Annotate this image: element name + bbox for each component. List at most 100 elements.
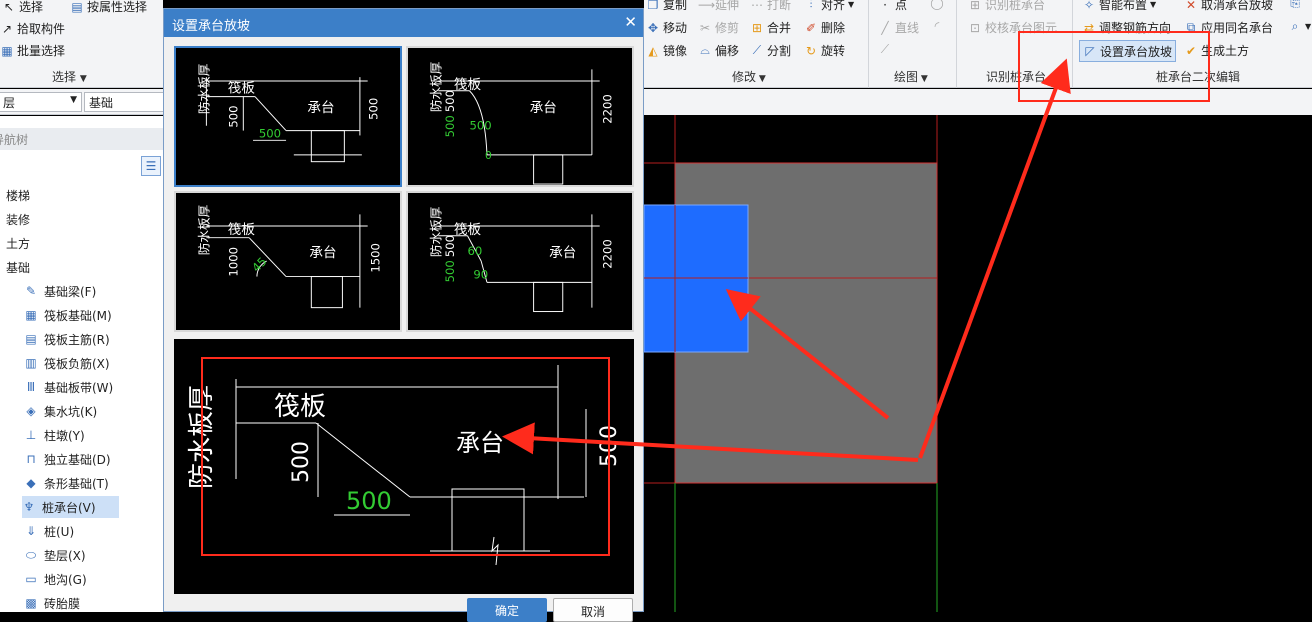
- drawing-canvas[interactable]: [644, 115, 1312, 612]
- apply-same-name-cap-button[interactable]: ⧉ 应用同名承台: [1184, 19, 1273, 36]
- svg-text:1000: 1000: [226, 247, 240, 277]
- slope-style-option-2[interactable]: 防水板厚 筏板 承台 500 500 500 0 2200: [406, 46, 634, 187]
- polyline-icon: ⟋: [880, 42, 890, 56]
- svg-text:防水板厚: 防水板厚: [428, 206, 443, 257]
- circle-draw-button[interactable]: ◯: [930, 0, 944, 10]
- arc-button[interactable]: ◜: [930, 19, 944, 33]
- slope-style-option-1[interactable]: 防水板厚 筏板 承台 500 500 500: [174, 46, 402, 187]
- select-button[interactable]: ↖ 选择: [2, 0, 43, 15]
- cancel-cap-slope-button[interactable]: ✕ 取消承台放坡: [1184, 0, 1273, 13]
- mirror-button[interactable]: ◭ 镜像: [646, 42, 687, 59]
- grid-icon: Ⅲ: [26, 380, 36, 394]
- select-by-attribute-button[interactable]: ▤ 按属性选择: [70, 0, 147, 15]
- rotate-button[interactable]: ↻ 旋转: [804, 42, 845, 59]
- trim-icon: ✂: [699, 20, 711, 35]
- generate-earthwork-button[interactable]: ✔ 生成土方: [1184, 42, 1249, 59]
- set-cap-slope-dialog: 设置承台放坡 ✕ 防水板厚 筏板 承台 500 500 500 防水板厚 筏板 …: [163, 8, 644, 622]
- dialog-title-bar: 设置承台放坡 ✕: [164, 9, 643, 37]
- layer-select[interactable]: 层 ▼: [0, 92, 82, 112]
- circle-icon: ◯: [930, 0, 944, 10]
- svg-text:500: 500: [443, 90, 457, 112]
- canvas-drawing: [644, 115, 938, 612]
- polyline-button[interactable]: ⟋: [878, 42, 892, 57]
- svg-text:500: 500: [443, 235, 457, 257]
- trench-icon: ▭: [25, 572, 37, 586]
- chevron-down-icon: ▼: [756, 74, 766, 84]
- svg-text:承台: 承台: [309, 245, 336, 261]
- svg-text:500: 500: [469, 119, 491, 133]
- pick-component-button[interactable]: ↗ 拾取构件: [0, 20, 65, 37]
- smart-layout-button[interactable]: ✧ 智能布置 ▼: [1082, 0, 1156, 13]
- nav-category-foundation[interactable]: 基础: [6, 256, 169, 278]
- attribute-icon: ▤: [71, 0, 83, 14]
- slope-icon: ◸: [1085, 44, 1095, 58]
- pile-cap-edit-group-label: 桩承台二次编辑: [1156, 70, 1241, 84]
- identify-group-label: 识别桩承台: [986, 70, 1047, 84]
- break-button[interactable]: ⋯ 打断: [750, 0, 791, 13]
- cancel-button[interactable]: 取消: [553, 598, 633, 622]
- svg-text:2200: 2200: [600, 239, 614, 269]
- ribbon-separator: [868, 0, 869, 88]
- svg-text:500: 500: [597, 425, 622, 467]
- slope-style-diagram: 防水板厚 筏板 承台 1000 45 1500: [196, 204, 382, 309]
- extra-tool-button-2[interactable]: ⌕ ▼: [1288, 19, 1312, 34]
- extend-button[interactable]: ⟶ 延伸: [698, 0, 739, 13]
- line-button[interactable]: ╱ 直线: [878, 19, 919, 36]
- merge-button[interactable]: ⊞ 合并: [750, 19, 791, 36]
- rotate-icon: ↻: [805, 43, 817, 58]
- align-icon: ⫶: [809, 0, 813, 11]
- batch-select-button[interactable]: ▦ 批量选择: [0, 42, 65, 59]
- align-button[interactable]: ⫶ 对齐 ▼: [804, 0, 854, 13]
- move-button[interactable]: ✥ 移动: [646, 19, 687, 36]
- ok-button[interactable]: 确定: [467, 598, 547, 622]
- nav-item-pile-cap[interactable]: ♆ 桩承台(V): [22, 496, 119, 518]
- copy-button[interactable]: ❐ 复制: [646, 0, 687, 13]
- point-button[interactable]: · 点: [878, 0, 907, 13]
- set-cap-slope-button[interactable]: ◸ 设置承台放坡: [1079, 40, 1177, 62]
- draw-group-label[interactable]: 绘图 ▼: [894, 68, 928, 85]
- pencil-icon: ✎: [25, 284, 37, 298]
- split-button[interactable]: ⟋ 分割: [750, 42, 791, 59]
- line-icon: ╱: [881, 20, 889, 35]
- break-icon: ⋯: [751, 0, 763, 12]
- svg-text:承台: 承台: [456, 429, 504, 457]
- svg-text:筏板: 筏板: [228, 221, 256, 238]
- delete-button[interactable]: ✐ 删除: [804, 19, 845, 36]
- move-icon: ✥: [647, 20, 659, 35]
- point-icon: ·: [883, 0, 887, 12]
- slope-style-option-3[interactable]: 防水板厚 筏板 承台 1000 45 1500: [174, 191, 402, 332]
- close-icon[interactable]: ✕: [624, 13, 637, 31]
- select-group-label[interactable]: 选择 ▼: [52, 68, 87, 85]
- extra-tool-button[interactable]: ⎘: [1288, 0, 1302, 11]
- svg-text:承台: 承台: [307, 100, 334, 116]
- merge-icon: ⊞: [751, 20, 763, 35]
- mirror-icon: ◭: [648, 43, 658, 58]
- offset-button[interactable]: ⌓ 偏移: [698, 42, 739, 59]
- rebar-direction-icon: ⇄: [1083, 20, 1095, 35]
- strip-icon: ◆: [26, 476, 36, 490]
- identify-cap-button[interactable]: ⊞ 识别桩承台: [968, 0, 1045, 13]
- modify-group-label[interactable]: 修改 ▼: [732, 68, 766, 85]
- arc-icon: ◜: [934, 19, 940, 33]
- svg-text:500: 500: [366, 98, 380, 120]
- grid-icon: ▦: [25, 308, 37, 322]
- copy-icon: ❐: [647, 0, 659, 12]
- check-cap-button[interactable]: ⊡ 校核承台图元: [968, 19, 1057, 36]
- slope-style-option-4[interactable]: 防水板厚 筏板 承台 500 500 60 90 2200: [406, 191, 634, 332]
- slope-style-diagram: 防水板厚 筏板 承台 500 500 500: [196, 63, 380, 163]
- cursor-icon: ↖: [3, 0, 15, 14]
- right-ribbon: ❐ 复制 ⟶ 延伸 ⋯ 打断 ⫶ 对齐 ▼ ✥ 移动 ✂ 修剪 ⊞ 合并 ✐ 删除 ◭ 镜像 ⌓ 偏移…: [644, 0, 1312, 88]
- type-select[interactable]: 基础: [84, 92, 164, 112]
- list-view-icon[interactable]: ☰: [141, 156, 161, 176]
- slope-preview-diagram: 筏板 承台 防水板厚 500 500 500: [187, 365, 622, 566]
- nav-category-decoration[interactable]: 装修: [6, 208, 169, 230]
- trim-button[interactable]: ✂ 修剪: [698, 19, 739, 36]
- nav-category-stairs[interactable]: 楼梯: [6, 184, 169, 206]
- nav-category-earthwork[interactable]: 土方: [6, 232, 169, 254]
- adjust-rebar-direction-button[interactable]: ⇄ 调整钢筋方向: [1082, 19, 1171, 36]
- grid-icon: ▤: [25, 332, 37, 346]
- svg-text:500: 500: [346, 487, 392, 515]
- svg-text:承台: 承台: [549, 245, 576, 261]
- nav-header: 导航树: [0, 128, 163, 150]
- pick-icon: ↗: [1, 21, 13, 36]
